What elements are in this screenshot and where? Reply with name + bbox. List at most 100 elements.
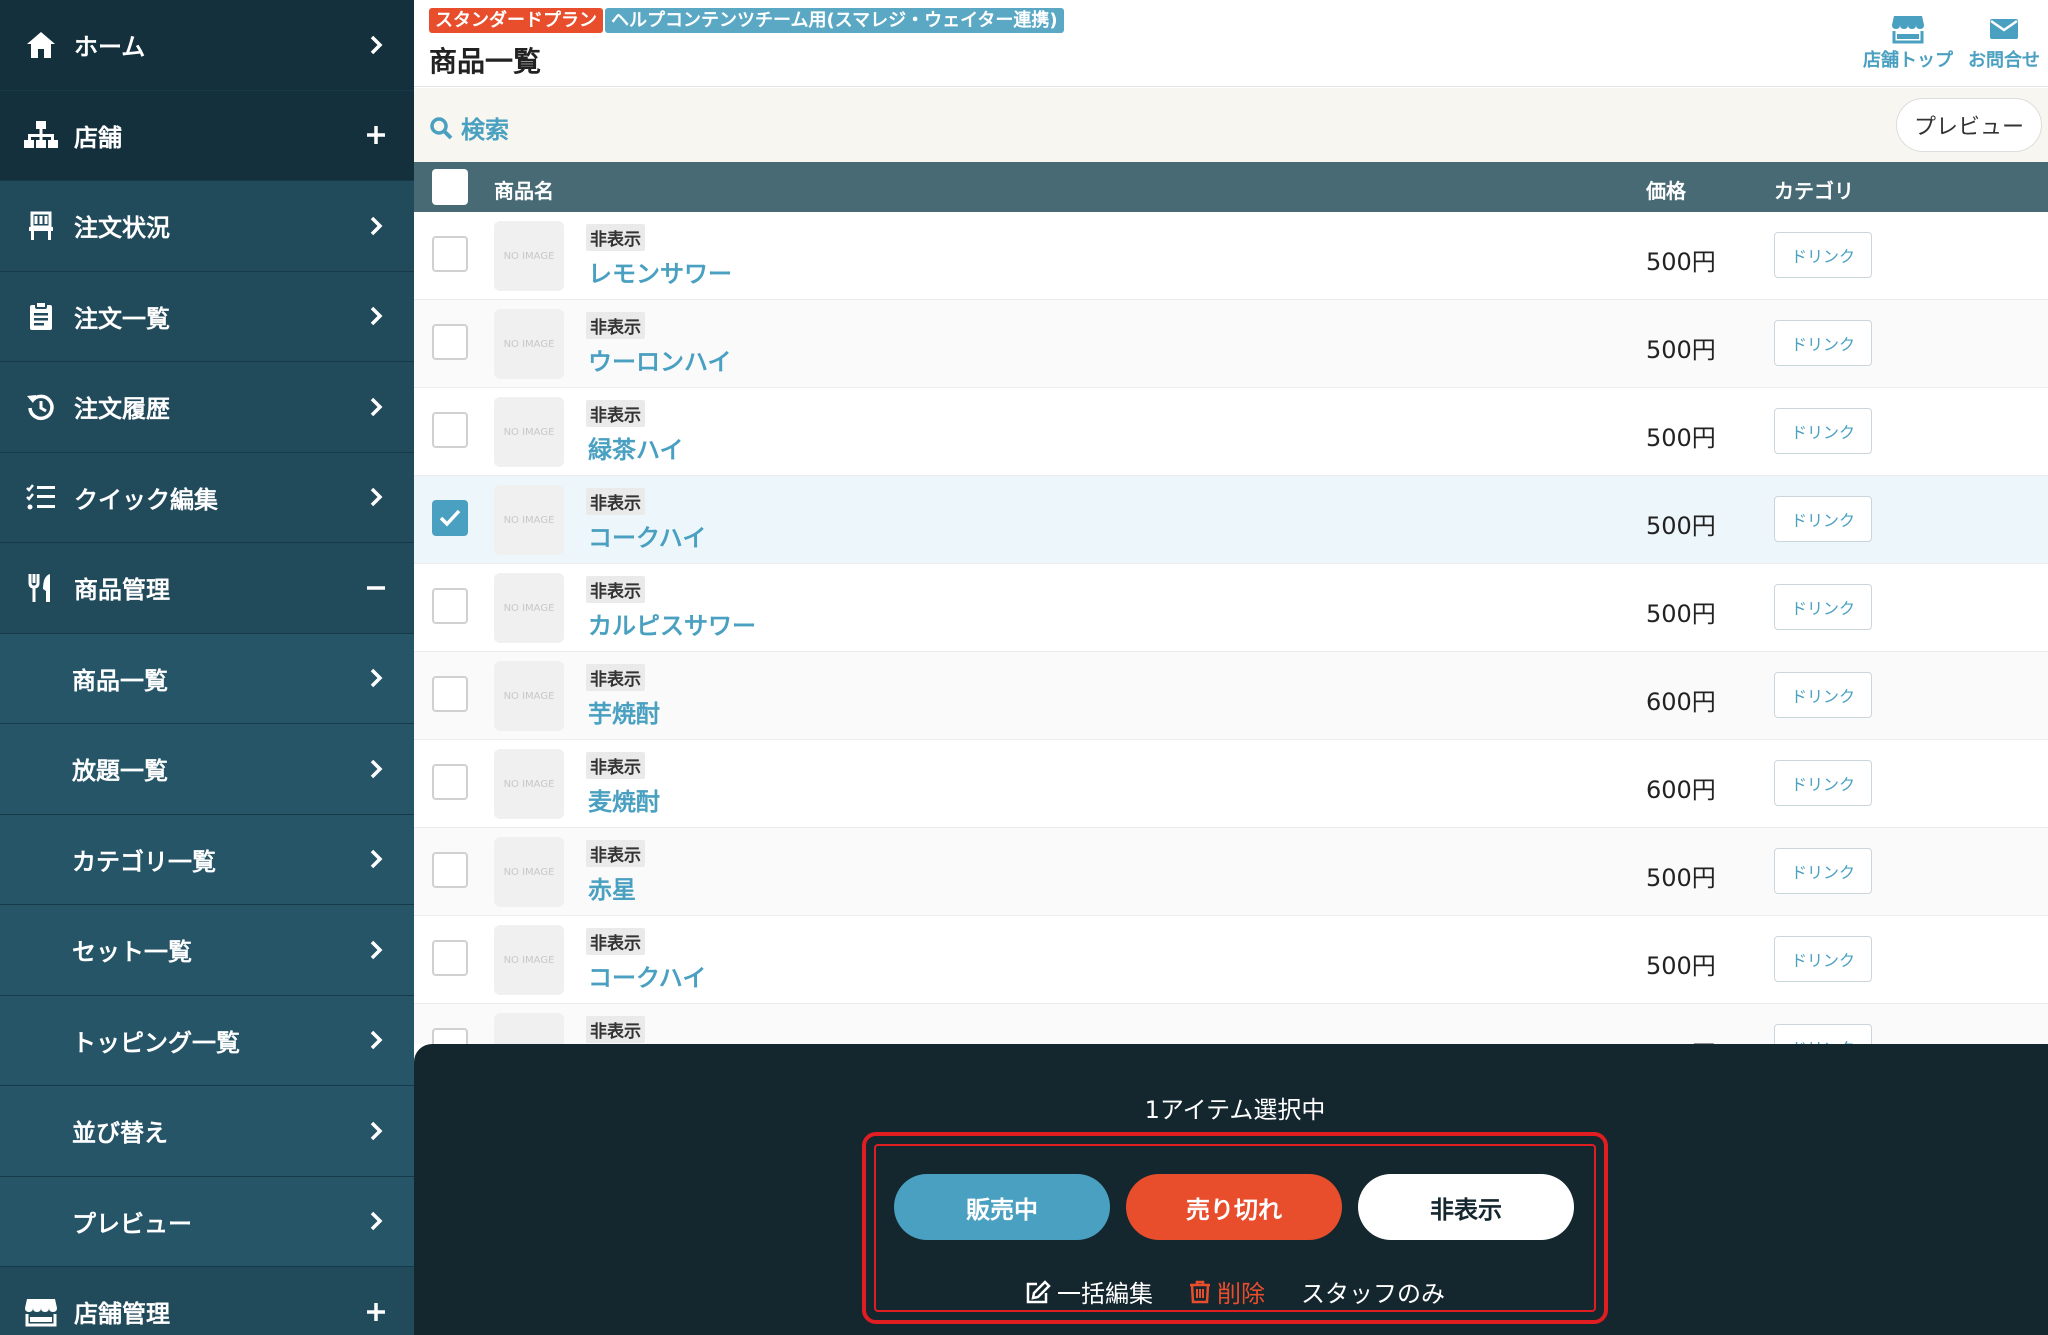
product-name-link[interactable]: コークハイ [588,518,706,553]
category-badge[interactable]: ドリンク [1774,232,1872,278]
table-row[interactable]: NO IMAGE 非表示 コークハイ 500円 ドリンク [414,476,2048,564]
list-check-icon [22,478,60,516]
search-toggle[interactable]: 検索 [429,110,509,145]
row-checkbox[interactable] [432,676,468,712]
product-name-link[interactable]: ウーロンハイ [588,342,732,377]
delete-link[interactable]: 削除 [1189,1274,1265,1309]
sidebar-item-store-management[interactable]: 店舗管理 [0,1267,414,1335]
sidebar-subitem-category-list[interactable]: カテゴリ一覧 [0,814,414,905]
action-group: 販売中 売り切れ 非表示 一括編集 削除 スタッフのみ [874,1144,1596,1312]
contact-button[interactable]: お問合せ [1958,12,2048,72]
category-badge[interactable]: ドリンク [1774,672,1872,718]
store-icon [1890,12,1926,46]
product-name-link[interactable]: カルピスサワー [588,606,756,641]
home-icon [22,26,60,64]
sidebar-subitem-product-list[interactable]: 商品一覧 [0,633,414,724]
row-checkbox[interactable] [432,236,468,272]
product-table-body: NO IMAGE 非表示 レモンサワー 500円 ドリンク NO IMAGE 非… [414,212,2048,1044]
chevron-right-icon [364,395,388,419]
row-checkbox[interactable] [432,588,468,624]
sidebar-item-product-management[interactable]: 商品管理 [0,543,414,634]
row-checkbox[interactable] [432,1028,468,1044]
sidebar-item-label: 店舗管理 [74,1300,170,1329]
hidden-tag: 非表示 [586,1016,645,1043]
row-checkbox[interactable] [432,500,468,536]
chevron-right-icon [364,485,388,509]
store-top-button[interactable]: 店舗トップ [1862,12,1954,72]
sidebar-item-label: カテゴリ一覧 [72,847,216,876]
table-row[interactable]: NO IMAGE 非表示 芋焼酎 600円 ドリンク [414,652,2048,740]
category-badge[interactable]: ドリンク [1774,496,1872,542]
product-name-link[interactable]: 緑茶ハイ [588,430,684,465]
category-badge[interactable]: ドリンク [1774,760,1872,806]
sidebar-item-label: 放題一覧 [72,757,168,786]
hide-button[interactable]: 非表示 [1358,1174,1574,1240]
category-badge[interactable]: ドリンク [1774,1024,1872,1044]
sidebar-subitem-all-you-can-list[interactable]: 放題一覧 [0,724,414,815]
sidebar-item-home[interactable]: ホーム [0,0,414,91]
sidebar-subitem-topping-list[interactable]: トッピング一覧 [0,995,414,1086]
product-price: 500円 [1646,1034,1716,1044]
team-badge: ヘルプコンテンツチーム用(スマレジ・ウェイター連携) [605,8,1064,33]
product-price: 500円 [1646,512,1716,540]
category-badge[interactable]: ドリンク [1774,408,1872,454]
category-badge[interactable]: ドリンク [1774,848,1872,894]
sidebar-item-order-status[interactable]: 注文状況 [0,181,414,272]
table-row[interactable]: NO IMAGE 非表示 麦焼酎 600円 ドリンク [414,740,2048,828]
sidebar-subitem-preview[interactable]: プレビュー [0,1176,414,1267]
product-thumbnail: NO IMAGE [494,661,564,731]
staff-only-link[interactable]: スタッフのみ [1301,1274,1445,1309]
product-price: 600円 [1646,688,1716,716]
chair-icon [22,207,60,245]
product-name-link[interactable]: 麦焼酎 [588,782,660,817]
search-label: 検索 [461,116,509,144]
table-row[interactable]: NO IMAGE 非表示 ウーロンハイ 500円 ドリンク [414,300,2048,388]
table-row[interactable]: NO IMAGE 非表示 カルピスサワー 500円 ドリンク [414,564,2048,652]
sidebar-item-label: トッピング一覧 [72,1028,240,1057]
table-row[interactable]: NO IMAGE 非表示 500円 ドリンク [414,1004,2048,1044]
table-row[interactable]: NO IMAGE 非表示 レモンサワー 500円 ドリンク [414,212,2048,300]
row-checkbox[interactable] [432,412,468,448]
sidebar: ホーム 店舗 注文状況 注文一覧 注文履歴 クイック編集 商品管理 商品一覧 放… [0,0,414,1335]
row-checkbox[interactable] [432,940,468,976]
column-header-category: カテゴリ [1774,179,1854,203]
preview-button[interactable]: プレビュー [1896,98,2042,152]
sidebar-subitem-set-list[interactable]: セット一覧 [0,905,414,996]
hidden-tag: 非表示 [586,400,645,427]
sidebar-item-order-list[interactable]: 注文一覧 [0,272,414,362]
utensils-icon [22,569,60,607]
hidden-tag: 非表示 [586,488,645,515]
table-row[interactable]: NO IMAGE 非表示 緑茶ハイ 500円 ドリンク [414,388,2048,476]
chevron-right-icon [364,33,388,57]
chevron-right-icon [364,938,388,962]
select-all-checkbox[interactable] [432,169,468,205]
trash-icon [1190,1280,1210,1303]
row-checkbox[interactable] [432,764,468,800]
product-price: 500円 [1646,424,1716,452]
category-badge[interactable]: ドリンク [1774,320,1872,366]
sidebar-item-label: 注文一覧 [74,304,170,333]
column-header-name: 商品名 [494,179,554,203]
table-row[interactable]: NO IMAGE 非表示 コークハイ 500円 ドリンク [414,916,2048,1004]
sidebar-subitem-sort[interactable]: 並び替え [0,1086,414,1177]
row-checkbox[interactable] [432,324,468,360]
category-badge[interactable]: ドリンク [1774,584,1872,630]
hidden-tag: 非表示 [586,752,645,779]
row-checkbox[interactable] [432,852,468,888]
sidebar-item-quick-edit[interactable]: クイック編集 [0,453,414,543]
sidebar-item-store[interactable]: 店舗 [0,90,414,181]
product-name-link[interactable]: レモンサワー [588,254,732,289]
sidebar-item-order-history[interactable]: 注文履歴 [0,362,414,453]
bulk-edit-link[interactable]: 一括編集 [1025,1274,1153,1309]
product-thumbnail: NO IMAGE [494,221,564,291]
plus-icon [364,123,388,147]
chevron-right-icon [364,757,388,781]
category-badge[interactable]: ドリンク [1774,936,1872,982]
on-sale-button[interactable]: 販売中 [894,1174,1110,1240]
sold-out-button[interactable]: 売り切れ [1126,1174,1342,1240]
product-name-link[interactable]: コークハイ [588,958,706,993]
product-name-link[interactable]: 芋焼酎 [588,694,660,729]
product-thumbnail: NO IMAGE [494,397,564,467]
product-name-link[interactable]: 赤星 [588,870,636,905]
table-row[interactable]: NO IMAGE 非表示 赤星 500円 ドリンク [414,828,2048,916]
